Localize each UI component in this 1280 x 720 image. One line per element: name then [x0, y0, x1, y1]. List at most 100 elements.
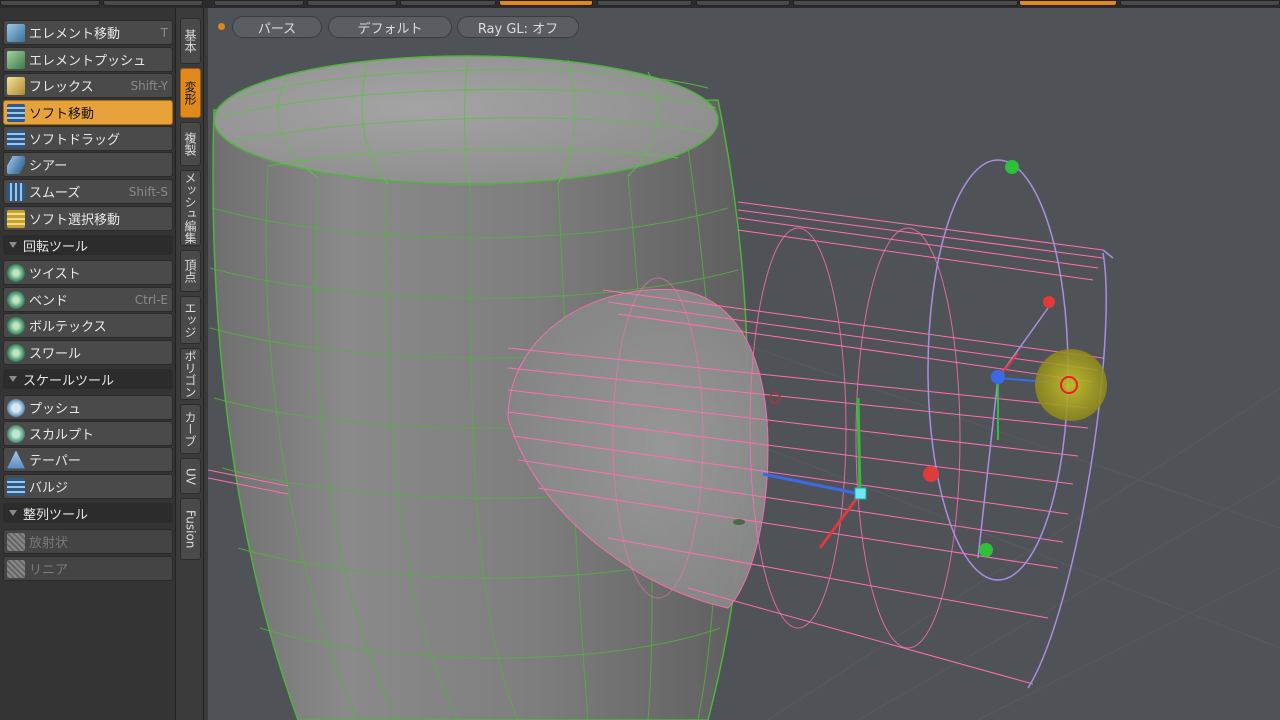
tool-label: バルジ [29, 481, 69, 496]
twist-icon [7, 263, 25, 282]
section-scale-tools[interactable]: スケールツール [3, 369, 173, 389]
tool-shortcut: Shift-S [128, 184, 168, 199]
top-toolbar-tab[interactable] [793, 0, 1018, 6]
collapse-triangle-icon [9, 510, 17, 516]
falloff-handles[interactable] [733, 160, 1107, 557]
top-toolbar-tab[interactable] [307, 0, 397, 6]
section-rotate-tools[interactable]: 回転ツール [3, 235, 173, 255]
tool-label: シアー [29, 159, 68, 174]
tool-bend[interactable]: ベンド Ctrl-E [3, 287, 173, 312]
tool-shortcut: Shift-Y [130, 78, 168, 93]
smooth-icon [7, 182, 25, 201]
tab-deform[interactable]: 変形 [180, 68, 201, 118]
flex-icon [7, 76, 25, 95]
tool-label: プッシュ [29, 402, 82, 417]
raygl-dropdown[interactable]: Ray GL: オフ [457, 16, 579, 38]
modo-app: エレメント移動 T エレメントプッシュ フレックス Shift-Y ソフト移動 … [0, 0, 1280, 720]
section-label: スケールツール [23, 373, 115, 389]
3d-viewport[interactable]: パース デフォルト Ray GL: オフ [208, 8, 1280, 720]
tool-shortcut: T [160, 25, 168, 40]
tool-label: ボルテックス [29, 320, 107, 335]
tool-element-move[interactable]: エレメント移動 T [3, 20, 173, 45]
tool-label: エレメントプッシュ [29, 54, 147, 69]
tool-taper[interactable]: テーパー [3, 447, 173, 472]
top-toolbar-tab[interactable] [400, 0, 496, 6]
swirl-icon [7, 343, 25, 362]
tab-duplicate[interactable]: 複製 [180, 122, 201, 166]
bulge-icon [7, 477, 25, 496]
tool-soft-drag[interactable]: ソフトドラッグ [3, 126, 173, 151]
sculpt-icon [7, 424, 25, 443]
tool-swirl[interactable]: スワール [3, 340, 173, 365]
soft-selection-move-icon [7, 209, 25, 228]
soft-move-icon [7, 103, 25, 122]
tool-label: テーパー [29, 454, 81, 469]
tab-basic[interactable]: 基本 [180, 18, 201, 64]
barrel-mesh[interactable] [209, 55, 769, 720]
tool-label: スムーズ [29, 186, 81, 201]
tool-label: フレックス [29, 80, 94, 95]
tool-label: スワール [29, 347, 82, 362]
tab-polygon[interactable]: ポリゴン [180, 348, 201, 400]
tool-bulge[interactable]: バルジ [3, 474, 173, 499]
linear-icon [7, 559, 25, 578]
tool-label: ソフトドラッグ [29, 133, 121, 148]
tool-sculpt[interactable]: スカルプト [3, 421, 173, 446]
tool-radial: 放射状 [3, 529, 173, 554]
tool-label: ソフト選択移動 [29, 213, 121, 228]
top-toolbar-tab[interactable] [0, 0, 100, 6]
taper-icon [7, 450, 25, 469]
collapse-triangle-icon [9, 376, 17, 382]
section-align-tools[interactable]: 整列ツール [3, 503, 173, 523]
soft-drag-icon [7, 129, 25, 148]
shading-dropdown[interactable]: デフォルト [328, 16, 452, 38]
radial-icon [7, 532, 25, 551]
tool-shear[interactable]: シアー [3, 152, 173, 177]
bend-icon [7, 290, 25, 309]
tool-label: ソフト移動 [29, 107, 95, 122]
top-toolbar-tab[interactable] [1120, 0, 1280, 6]
top-toolbar-tab[interactable] [696, 0, 790, 6]
tab-fusion[interactable]: Fusion [180, 498, 201, 560]
top-toolbar [0, 0, 1280, 8]
tool-twist[interactable]: ツイスト [3, 260, 173, 285]
tool-linear: リニア [3, 556, 173, 581]
viewport-options-icon[interactable] [218, 23, 225, 30]
tool-element-push[interactable]: エレメントプッシュ [3, 47, 173, 72]
shear-icon [7, 155, 25, 174]
tab-vertex[interactable]: 頂点 [180, 250, 201, 292]
vortex-icon [7, 316, 25, 335]
tool-smooth[interactable]: スムーズ Shift-S [3, 179, 173, 204]
tool-soft-selection-move[interactable]: ソフト選択移動 [3, 206, 173, 231]
tab-edge[interactable]: エッジ [180, 296, 201, 344]
element-push-icon [7, 50, 25, 69]
tool-label: エレメント移動 [29, 27, 121, 42]
tool-soft-move[interactable]: ソフト移動 [3, 100, 173, 125]
tool-flex[interactable]: フレックス Shift-Y [3, 73, 173, 98]
section-label: 回転ツール [23, 239, 89, 255]
tool-shortcut: Ctrl-E [134, 292, 168, 307]
push-icon [7, 398, 25, 417]
top-toolbar-tab-active[interactable] [1019, 0, 1117, 6]
tool-panel: エレメント移動 T エレメントプッシュ フレックス Shift-Y ソフト移動 … [0, 8, 176, 720]
top-toolbar-tab[interactable] [597, 0, 692, 6]
transform-gizmo[interactable] [762, 307, 1049, 559]
tool-push[interactable]: プッシュ [3, 395, 173, 420]
vertical-tab-bar: 基本 変形 複製 メッシュ編集 頂点 エッジ ポリゴン カーブ UV Fusio… [177, 8, 204, 720]
tab-mesh-edit[interactable]: メッシュ編集 [180, 170, 201, 246]
section-label: 整列ツール [23, 507, 89, 523]
element-move-icon [7, 23, 25, 42]
tool-vortex[interactable]: ボルテックス [3, 313, 173, 338]
top-toolbar-tab-active[interactable] [499, 0, 593, 6]
tool-label: ベンド [29, 294, 69, 309]
tab-uv[interactable]: UV [180, 458, 201, 494]
tab-curve[interactable]: カーブ [180, 404, 201, 454]
tool-label: 放射状 [29, 536, 69, 551]
top-toolbar-tab[interactable] [103, 0, 203, 6]
projection-dropdown[interactable]: パース [232, 16, 322, 38]
collapse-triangle-icon [9, 242, 17, 248]
viewport-scene[interactable] [208, 8, 1280, 720]
tool-label: スカルプト [29, 428, 95, 443]
top-toolbar-tab[interactable] [214, 0, 304, 6]
tool-label: ツイスト [29, 267, 81, 282]
